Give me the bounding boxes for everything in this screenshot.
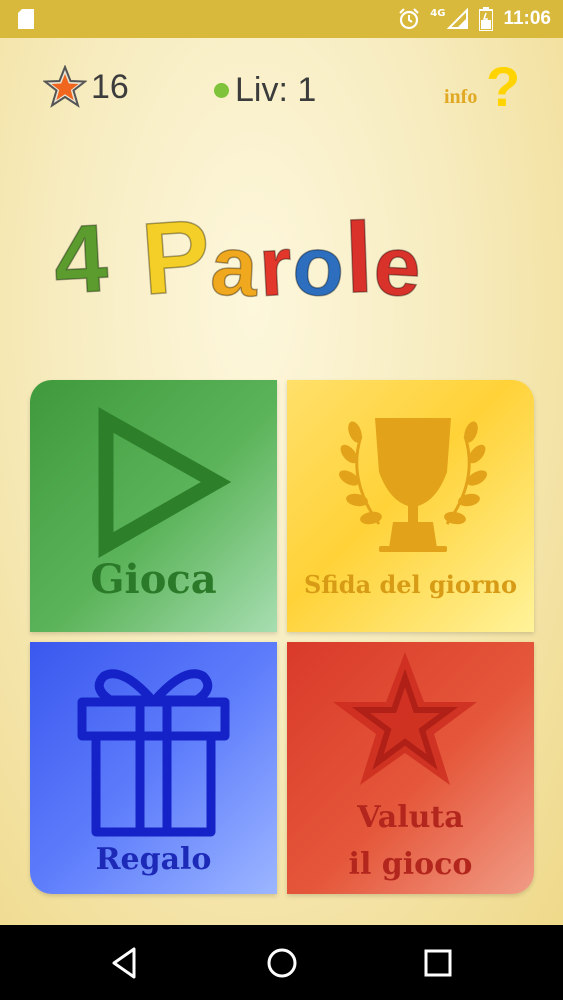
stars-count: 16 xyxy=(91,67,129,106)
top-bar: 16 Liv: 1 info ? xyxy=(0,38,563,138)
level-text: Liv: 1 xyxy=(235,71,317,109)
info-button[interactable]: info ? xyxy=(444,55,524,118)
game-logo: 4 P a r o l e xyxy=(50,188,425,317)
rate-game-label-line1: Valuta xyxy=(357,800,464,835)
rate-game-tile[interactable]: Valuta il gioco xyxy=(287,642,534,894)
star-icon xyxy=(43,65,87,108)
logo-letter: o xyxy=(289,217,349,316)
gift-tile[interactable]: Regalo xyxy=(30,642,277,894)
status-bar: 4G 11:06 xyxy=(0,0,563,38)
logo-letter: a xyxy=(208,217,262,315)
question-mark-icon: ? xyxy=(486,55,521,118)
recents-icon[interactable] xyxy=(418,943,458,983)
home-icon[interactable] xyxy=(262,943,302,983)
daily-challenge-tile[interactable]: Sfida del giorno xyxy=(287,380,534,632)
logo-letter: r xyxy=(256,217,296,314)
network-type: 4G xyxy=(430,7,446,19)
daily-challenge-label: Sfida del giorno xyxy=(304,570,517,599)
level-indicator: Liv: 1 xyxy=(214,71,316,110)
gift-label: Regalo xyxy=(95,842,212,877)
app-screen: 16 Liv: 1 info ? 4 P a r o l e Gioca Sfi… xyxy=(0,38,563,925)
alarm-icon xyxy=(399,8,419,30)
logo-letter: e xyxy=(371,217,425,315)
logo-letter: 4 xyxy=(50,204,112,315)
signal-icon xyxy=(447,8,469,29)
play-label: Gioca xyxy=(90,556,217,603)
stars-counter: 16 xyxy=(43,65,129,109)
logo-letter: P xyxy=(138,197,216,317)
info-label: info xyxy=(444,86,478,108)
logo-letter: l xyxy=(342,201,376,315)
clock: 11:06 xyxy=(503,8,551,29)
play-tile[interactable]: Gioca xyxy=(30,380,277,632)
back-icon[interactable] xyxy=(106,943,146,983)
battery-icon xyxy=(479,7,494,31)
navigation-bar xyxy=(0,925,563,1000)
level-dot-icon xyxy=(214,83,229,98)
rate-game-label-line2: il gioco xyxy=(348,847,473,882)
sd-card-icon xyxy=(18,9,34,29)
